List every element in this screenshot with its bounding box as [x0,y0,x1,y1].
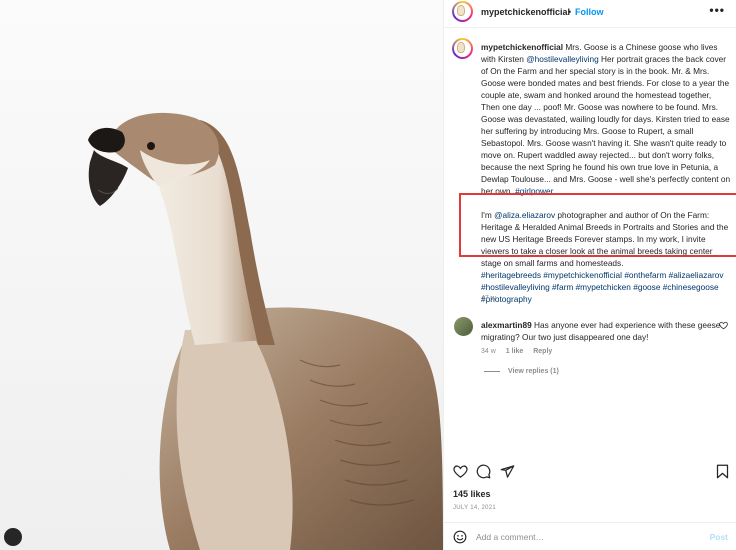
hashtag[interactable]: #mypetchicken [576,282,631,292]
reply-button[interactable]: Reply [533,348,552,355]
heart-icon[interactable] [453,464,468,484]
post-caption: mypetchickenofficial Mrs. Goose is a Chi… [481,41,731,305]
user-tag-icon[interactable] [4,528,22,546]
commenter-username[interactable]: alexmartin89 [481,320,532,330]
caption-paragraph-2: I'm @aliza.eliazarov photographer and au… [481,209,731,269]
replies-line [484,370,500,372]
mention-hostilevalleyliving[interactable]: @hostilevalleyliving [526,54,599,64]
commenter-avatar[interactable] [454,317,473,336]
hashtag[interactable]: #alizaeliazarov [669,270,724,280]
likes-count[interactable]: 145 likes [453,489,491,499]
post-header: mypetchickenofficial • Follow ••• [444,0,736,28]
share-icon[interactable] [500,464,515,484]
comment-icon[interactable] [476,464,491,484]
hashtag[interactable]: #onthefarm [624,270,666,280]
header-separator: • [568,7,572,17]
account-avatar[interactable] [452,1,473,22]
goose-image [0,0,443,550]
post-actions [444,458,736,486]
view-replies-label: View replies (1) [508,368,559,375]
post-side-panel: mypetchickenofficial • Follow ••• mypetc… [443,0,736,550]
hashtag-girlpower[interactable]: #girlpower. [515,186,555,196]
hashtag[interactable]: #goose [633,282,660,292]
hashtag[interactable]: #hostilevalleyliving [481,282,550,292]
caption-para2-prefix: I'm [481,210,495,220]
hashtag[interactable]: #heritagebreeds [481,270,541,280]
hashtag[interactable]: #chinesegoose [663,282,719,292]
caption-paragraph-1: mypetchickenofficial Mrs. Goose is a Chi… [481,41,731,197]
comment-text: alexmartin89 Has anyone ever had experie… [481,319,721,343]
bookmark-icon[interactable] [716,464,729,484]
comment-likes[interactable]: 1 like [506,348,524,355]
comments-section[interactable]: mypetchickenofficial Mrs. Goose is a Chi… [444,30,736,450]
caption-hashtags: #heritagebreeds #mypetchickenofficial #o… [481,269,731,305]
post-button[interactable]: Post [710,532,728,542]
mention-aliza-eliazarov[interactable]: @aliza.eliazarov [494,210,555,220]
follow-button[interactable]: Follow [575,7,604,17]
caption-username[interactable]: mypetchickenofficial [481,42,563,52]
caption-avatar[interactable] [452,38,473,59]
add-comment-bar: Post [444,522,736,550]
comment-meta: 34 w 1 like Reply [481,348,560,355]
header-username[interactable]: mypetchickenofficial [481,7,570,17]
caption-time[interactable]: 47 w [481,295,496,302]
post-photo[interactable] [0,0,443,550]
view-replies-button[interactable]: View replies (1) [484,368,559,375]
comment-time[interactable]: 34 w [481,348,496,355]
hashtag[interactable]: #mypetchickenofficial [543,270,622,280]
more-options-icon[interactable]: ••• [709,3,725,17]
post-date[interactable]: JULY 14, 2021 [453,505,496,511]
comment-heart-icon[interactable] [719,321,728,332]
emoji-icon[interactable] [453,530,467,549]
hashtag[interactable]: #farm [552,282,573,292]
comment-input[interactable] [476,529,696,545]
caption-text-2: Her portrait graces the back cover of On… [481,54,731,196]
